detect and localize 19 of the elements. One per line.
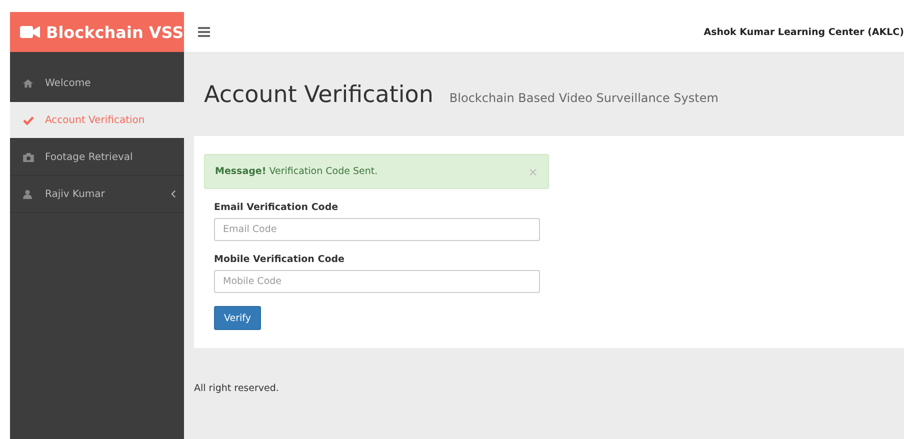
menu-icon[interactable] — [198, 27, 210, 37]
field-label: Email Verification Code — [214, 202, 340, 213]
input-field[interactable]: Email Code — [214, 218, 540, 241]
chevron-left-icon — [171, 190, 176, 198]
camera-icon — [23, 152, 34, 162]
input-field[interactable]: Mobile Code — [214, 270, 540, 293]
user-icon — [23, 190, 32, 198]
field-label: Mobile Verification Code — [214, 254, 346, 265]
footer-text: All right reserved. — [194, 383, 279, 394]
sidebar-item[interactable]: Account Verification — [10, 102, 184, 139]
page-title: Account Verification — [204, 82, 434, 108]
brand-title[interactable]: Blockchain VSS — [46, 22, 184, 42]
check-icon — [23, 116, 34, 124]
home-icon — [23, 78, 33, 88]
alert-message: Message! Verification Code Sent. — [215, 166, 378, 177]
verify-button[interactable]: Verify — [214, 306, 261, 330]
video-camera-icon — [20, 25, 40, 39]
page-subtitle: Blockchain Based Video Surveillance System — [449, 90, 718, 104]
organization-name: Ashok Kumar Learning Center (AKLC) — [704, 26, 904, 38]
